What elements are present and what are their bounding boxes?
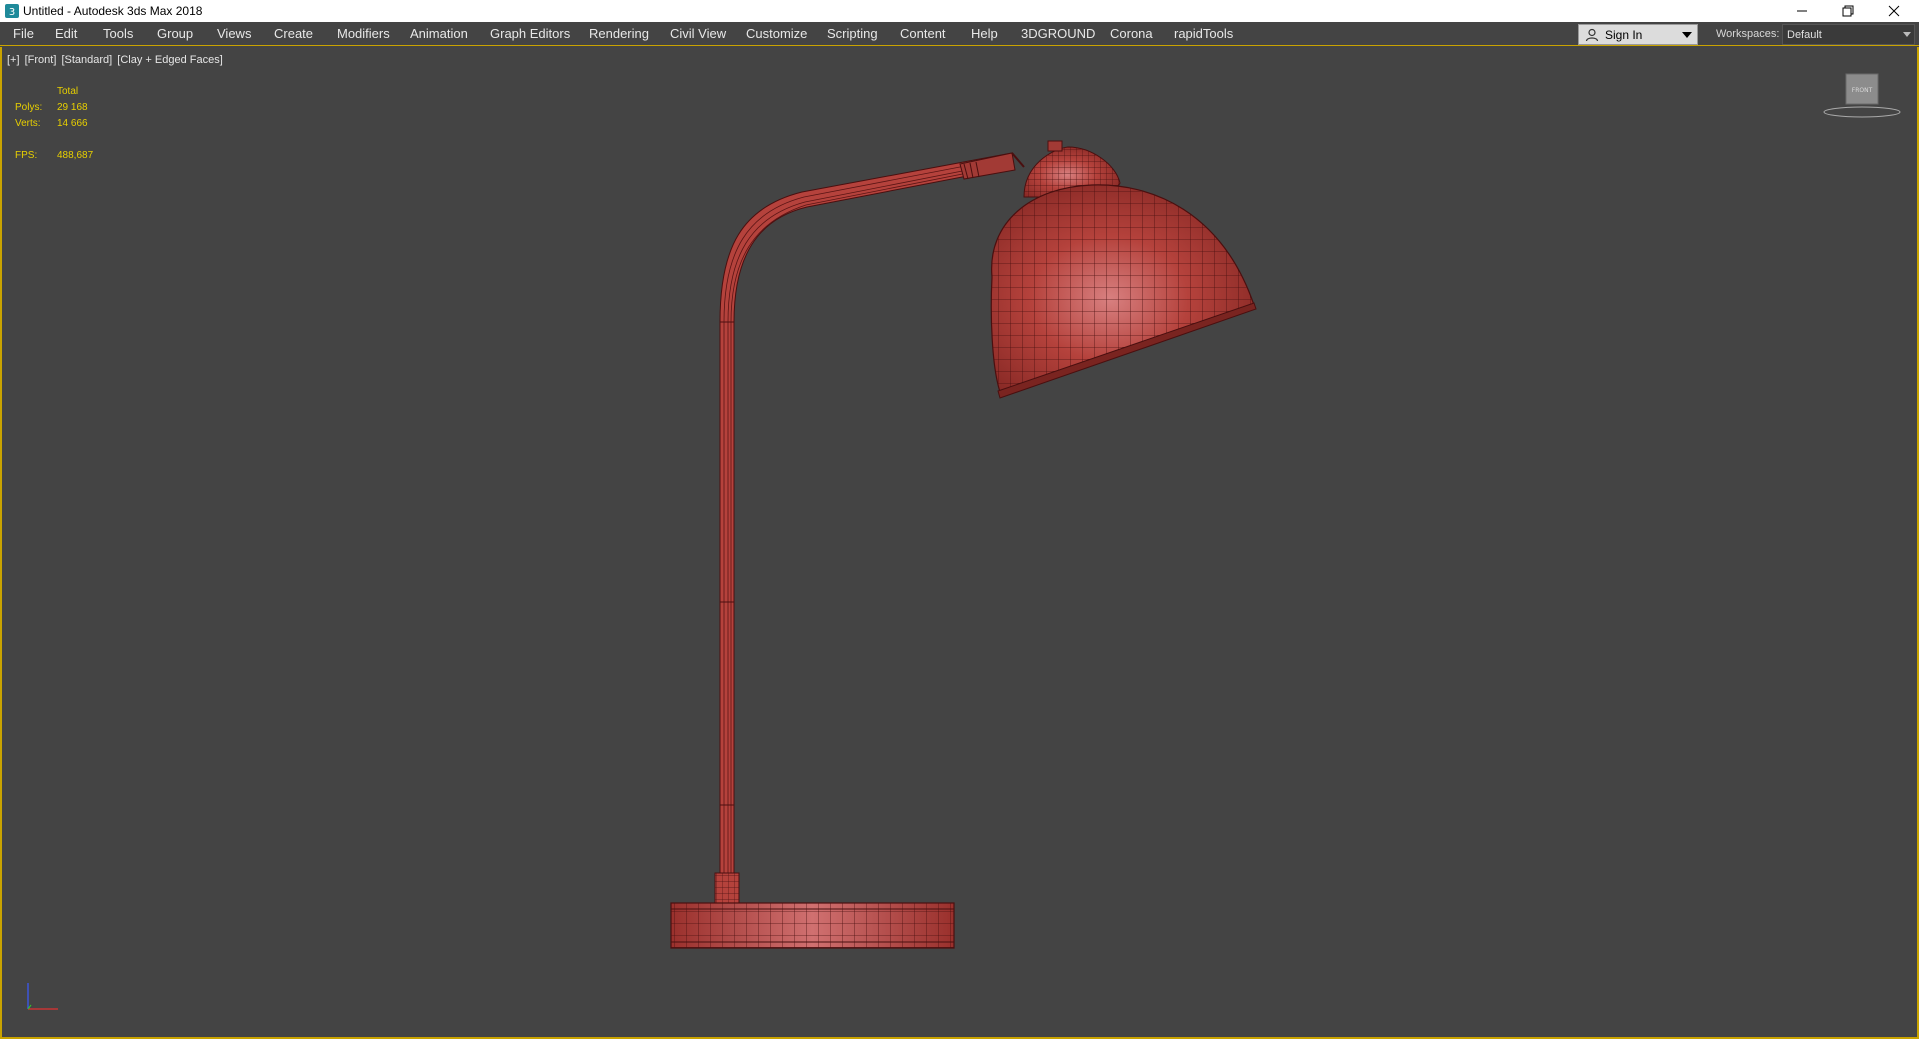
viewport-front[interactable]: [+] [Front] [Standard] [Clay + Edged Fac… [0,47,1919,1039]
menu-customize[interactable]: Customize [746,26,807,42]
lamp-stem-collar [714,872,740,904]
viewcube[interactable]: FRONT [1822,72,1902,122]
user-icon [1585,28,1599,42]
menu-modifiers[interactable]: Modifiers [337,26,390,42]
window-title: Untitled - Autodesk 3ds Max 2018 [23,4,203,18]
sign-in-dropdown[interactable]: Sign In [1578,24,1698,45]
title-bar: 3 Untitled - Autodesk 3ds Max 2018 [0,0,1919,22]
sign-in-label: Sign In [1605,28,1643,42]
svg-text:3: 3 [9,7,15,18]
workspaces-select[interactable]: Default [1782,24,1915,45]
3dsmax-app-icon[interactable]: 3 [4,3,20,19]
menu-edit[interactable]: Edit [55,26,77,42]
desk-lamp-model[interactable] [2,47,1917,1037]
lamp-arm [719,152,1025,323]
menu-graph-editors[interactable]: Graph Editors [490,26,570,42]
menu-help[interactable]: Help [971,26,998,42]
menu-group[interactable]: Group [157,26,193,42]
workspace-value: Default [1787,29,1822,41]
menu-views[interactable]: Views [217,26,251,42]
menu-file[interactable]: File [13,26,34,42]
menu-animation[interactable]: Animation [410,26,468,42]
minimize-button[interactable] [1779,0,1825,22]
menu-rendering[interactable]: Rendering [589,26,649,42]
menu-create[interactable]: Create [274,26,313,42]
menu-corona[interactable]: Corona [1110,26,1153,42]
chevron-down-icon [1903,32,1911,37]
restore-button[interactable] [1825,0,1871,22]
menu-civil-view[interactable]: Civil View [670,26,726,42]
menu-tools[interactable]: Tools [103,26,133,42]
caret-down-icon [1682,32,1692,38]
menu-3dground[interactable]: 3DGROUND [1021,26,1095,42]
restore-icon [1842,5,1854,17]
menu-content[interactable]: Content [900,26,946,42]
axis-tripod-icon [27,983,58,1010]
minimize-icon [1797,10,1807,12]
viewcube-front-face[interactable]: FRONT [1852,87,1873,94]
menu-rapidtools[interactable]: rapidTools [1174,26,1233,42]
close-button[interactable] [1871,0,1917,22]
lamp-shade [990,184,1257,399]
lamp-stem [719,321,735,890]
lamp-base [670,902,955,949]
menu-scripting[interactable]: Scripting [827,26,878,42]
workspaces-label: Workspaces: [1716,28,1780,40]
close-icon [1888,5,1900,17]
